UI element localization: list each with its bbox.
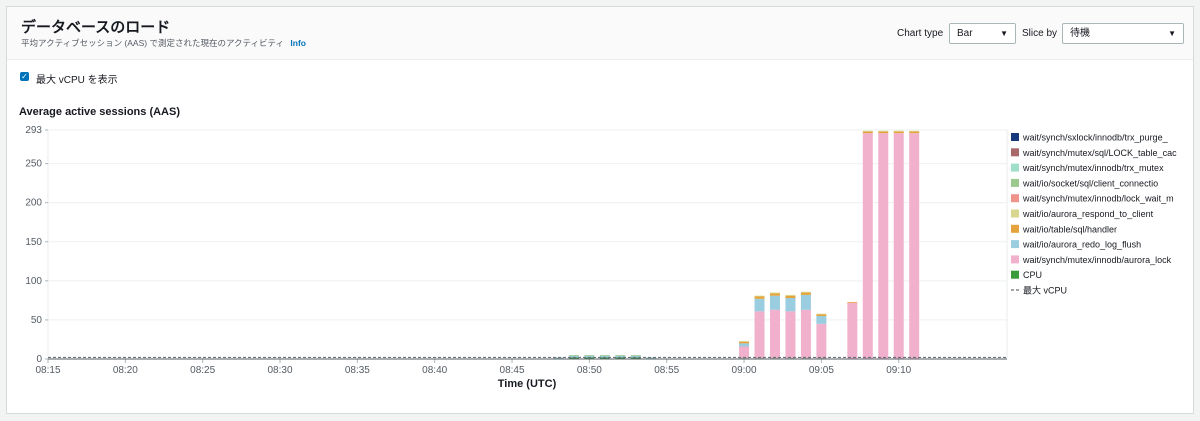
x-tick-label: 09:00 [732,365,757,376]
x-tick-label: 08:15 [35,365,60,376]
y-tick-label: 250 [25,159,42,170]
bar-segment [816,316,827,324]
bar-segment [754,296,765,299]
legend-swatch [1011,194,1019,203]
legend-item-label: wait/io/aurora_redo_log_flush [1022,240,1141,250]
bar-segment [769,293,780,296]
legend-item-label: CPU [1023,270,1042,280]
bar-segment [816,323,827,359]
legend-swatch [1011,209,1019,218]
legend-swatch [1011,133,1019,141]
bar-segment [893,131,904,134]
x-tick-label: 08:55 [654,365,679,376]
bar-segment [769,309,780,359]
bar-segment [754,311,765,359]
bar-segment [816,314,827,317]
legend-item-label: 最大 vCPU [1023,285,1067,296]
aas-chart: Average active sessions (AAS) Time (UTC)… [19,106,1177,390]
legend-swatch [1011,148,1019,157]
bar-segment [754,298,765,312]
bar-segment [893,130,904,132]
x-tick-label: 09:10 [886,365,911,376]
x-tick-label: 08:20 [113,365,138,376]
legend-swatch [1011,270,1019,279]
x-tick-label: 08:40 [422,365,447,376]
bar-segment [800,309,811,359]
bar-segment [599,355,610,356]
legend-item-label: wait/io/socket/sql/client_connectio [1022,178,1158,188]
bar-segment [816,313,827,315]
y-tick-label: 100 [25,276,42,287]
legend-swatch [1011,163,1019,172]
y-tick-label: 0 [36,354,42,365]
legend-swatch [1011,224,1019,233]
y-tick-label: 293 [25,125,42,136]
bar-segment [769,292,780,294]
x-tick-label: 08:50 [577,365,602,376]
legend-swatch [1011,240,1019,249]
x-tick-label: 08:30 [268,365,293,376]
bar-segment [615,355,626,356]
bar-segment [630,355,641,356]
bar-segment [739,346,750,359]
legend-item-label: wait/synch/sxlock/innodb/trx_purge_ [1022,133,1169,143]
bar-segment [878,130,889,132]
legend-item-label: wait/synch/mutex/innodb/trx_mutex [1022,163,1164,173]
legend-item-label: wait/synch/mutex/innodb/lock_wait_m [1022,194,1174,204]
bar-segment [909,131,920,134]
x-axis-label: Time (UTC) [498,378,557,390]
legend-swatch [1011,178,1019,187]
bar-segment [785,298,796,312]
bar-segment [800,292,811,295]
legend-swatch [1011,255,1019,264]
bar-segment [800,291,811,293]
bar-segment [785,294,796,296]
bar-segment [754,295,765,297]
database-load-panel: データベースのロード 平均アクティブセッション (AAS) で測定された現在のア… [6,6,1194,414]
bar-segment [584,355,595,356]
bar-segment [862,130,873,132]
bar-segment [769,295,780,310]
bar-segment [800,294,811,310]
bar-segment [878,131,889,134]
bar-segment [909,133,920,359]
bar-segment [862,131,873,134]
bar-segment [893,133,904,359]
y-tick-label: 150 [25,237,42,248]
x-tick-label: 08:35 [345,365,370,376]
bar-segment [878,133,889,359]
legend-item-label: wait/synch/mutex/sql/LOCK_table_cac [1022,148,1177,158]
y-tick-label: 200 [25,198,42,209]
bar-segment [785,295,796,299]
legend-item-label: wait/io/table/sql/handler [1022,224,1117,234]
x-tick-label: 08:45 [500,365,525,376]
bar-segment [785,311,796,359]
x-tick-label: 09:05 [809,365,834,376]
x-tick-label: 08:25 [190,365,215,376]
legend-item-label: wait/synch/mutex/innodb/aurora_lock [1022,255,1172,265]
y-tick-label: 50 [31,315,43,326]
bar-segment [739,341,750,342]
bar-segment [739,343,750,347]
bar-segment [909,130,920,132]
bar-segment [568,355,579,356]
chart-title: Average active sessions (AAS) [19,106,180,118]
bar-segment [847,302,858,359]
bar-segment [739,341,750,344]
legend-item-label: wait/io/aurora_respond_to_client [1022,209,1154,219]
bar-segment [847,301,858,303]
bar-segment [862,133,873,359]
